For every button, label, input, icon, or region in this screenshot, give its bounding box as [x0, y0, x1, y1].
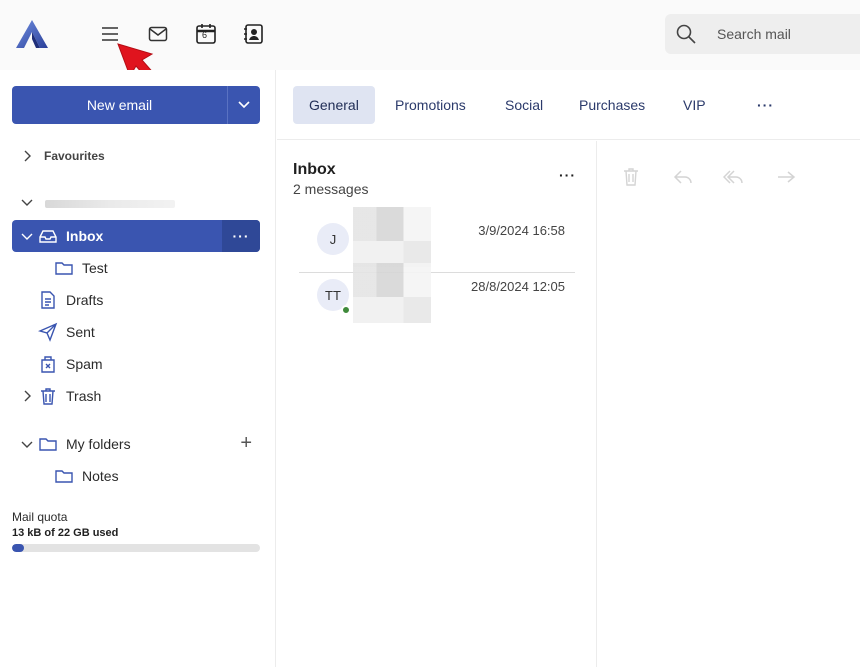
chevron-right-icon [24, 150, 31, 162]
mail-icon[interactable] [146, 22, 170, 46]
folder-icon [39, 438, 57, 451]
sidebar-item-drafts[interactable]: Drafts [12, 284, 260, 316]
reply-all-icon[interactable] [723, 166, 745, 188]
subject-redacted [353, 297, 431, 323]
mail-quota: Mail quota 13 kB of 22 GB used [12, 510, 260, 552]
chevron-right-icon [24, 390, 31, 402]
top-bar: 6 [0, 0, 860, 70]
inbox-icon [39, 230, 57, 243]
chevron-down-icon [21, 233, 33, 240]
sidebar-item-label: Inbox [66, 228, 104, 244]
contacts-icon[interactable] [242, 22, 266, 46]
sidebar-item-notes[interactable]: Notes [12, 460, 260, 492]
category-tabs: General Promotions Social Purchases VIP … [277, 70, 860, 140]
sidebar-item-my-folders[interactable]: My folders + [12, 428, 260, 460]
trash-icon [41, 388, 55, 405]
chevron-down-icon[interactable] [228, 101, 260, 109]
sidebar-item-label: My folders [66, 436, 131, 452]
sidebar-item-sent[interactable]: Sent [12, 316, 260, 348]
search-box[interactable] [665, 14, 860, 54]
avatar: J [317, 223, 349, 255]
sidebar-item-test[interactable]: Test [12, 252, 260, 284]
quota-usage: 13 kB of 22 GB used [12, 527, 119, 539]
sidebar-item-spam[interactable]: Spam [12, 348, 260, 380]
app-logo[interactable] [14, 19, 50, 49]
sidebar: New email Favourites Inbox ··· Test Draf… [0, 70, 276, 667]
chevron-down-icon[interactable] [20, 198, 34, 208]
search-icon [676, 24, 696, 44]
chevron-down-icon [21, 441, 33, 448]
online-status-dot [341, 305, 351, 315]
favourites-section[interactable]: Favourites [12, 140, 260, 172]
delete-icon[interactable] [620, 166, 642, 188]
account-name-redacted [45, 200, 175, 208]
sidebar-item-label: Spam [66, 356, 103, 372]
sent-icon [38, 322, 58, 342]
calendar-day: 6 [202, 30, 208, 40]
quota-bar [12, 544, 260, 552]
drafts-icon [41, 291, 55, 309]
inbox-more-button[interactable]: ··· [222, 220, 260, 252]
spam-icon [41, 356, 55, 373]
sidebar-item-trash[interactable]: Trash [12, 380, 260, 412]
sidebar-item-label: Drafts [66, 292, 104, 308]
list-title: Inbox [293, 161, 336, 178]
folder-icon [55, 262, 73, 275]
sidebar-item-label: Notes [82, 468, 119, 484]
sidebar-item-label: Trash [66, 388, 102, 404]
folder-icon [55, 470, 73, 483]
tab-promotions[interactable]: Promotions [379, 86, 482, 124]
add-folder-icon[interactable]: + [240, 433, 252, 453]
forward-icon[interactable] [775, 166, 797, 188]
message-date: 3/9/2024 16:58 [478, 223, 565, 238]
list-item[interactable]: TT 28/8/2024 12:05 [299, 263, 575, 329]
tab-vip[interactable]: VIP [667, 86, 722, 124]
sidebar-item-label: Sent [66, 324, 95, 340]
tab-social[interactable]: Social [489, 86, 559, 124]
calendar-icon[interactable]: 6 [194, 22, 218, 46]
favourites-label: Favourites [44, 149, 105, 163]
list-more-button[interactable]: ··· [559, 167, 576, 183]
new-email-label: New email [86, 97, 153, 113]
message-count: 2 messages [293, 181, 369, 197]
reply-icon[interactable] [672, 166, 694, 188]
menu-icon[interactable] [98, 22, 122, 46]
message-date: 28/8/2024 12:05 [471, 279, 565, 294]
search-input[interactable] [717, 26, 857, 42]
message-list: Inbox 2 messages ··· J 3/9/2024 16:58 TT… [277, 141, 597, 667]
sidebar-item-label: Test [82, 260, 108, 276]
new-email-button[interactable]: New email [12, 86, 260, 124]
quota-title: Mail quota [12, 510, 68, 524]
tab-general[interactable]: General [293, 86, 375, 124]
sidebar-item-inbox[interactable]: Inbox ··· [12, 220, 260, 252]
list-item[interactable]: J 3/9/2024 16:58 [299, 207, 575, 273]
tab-purchases[interactable]: Purchases [563, 86, 661, 124]
tabs-more-button[interactable]: ··· [741, 86, 790, 124]
quota-bar-fill [12, 544, 25, 552]
